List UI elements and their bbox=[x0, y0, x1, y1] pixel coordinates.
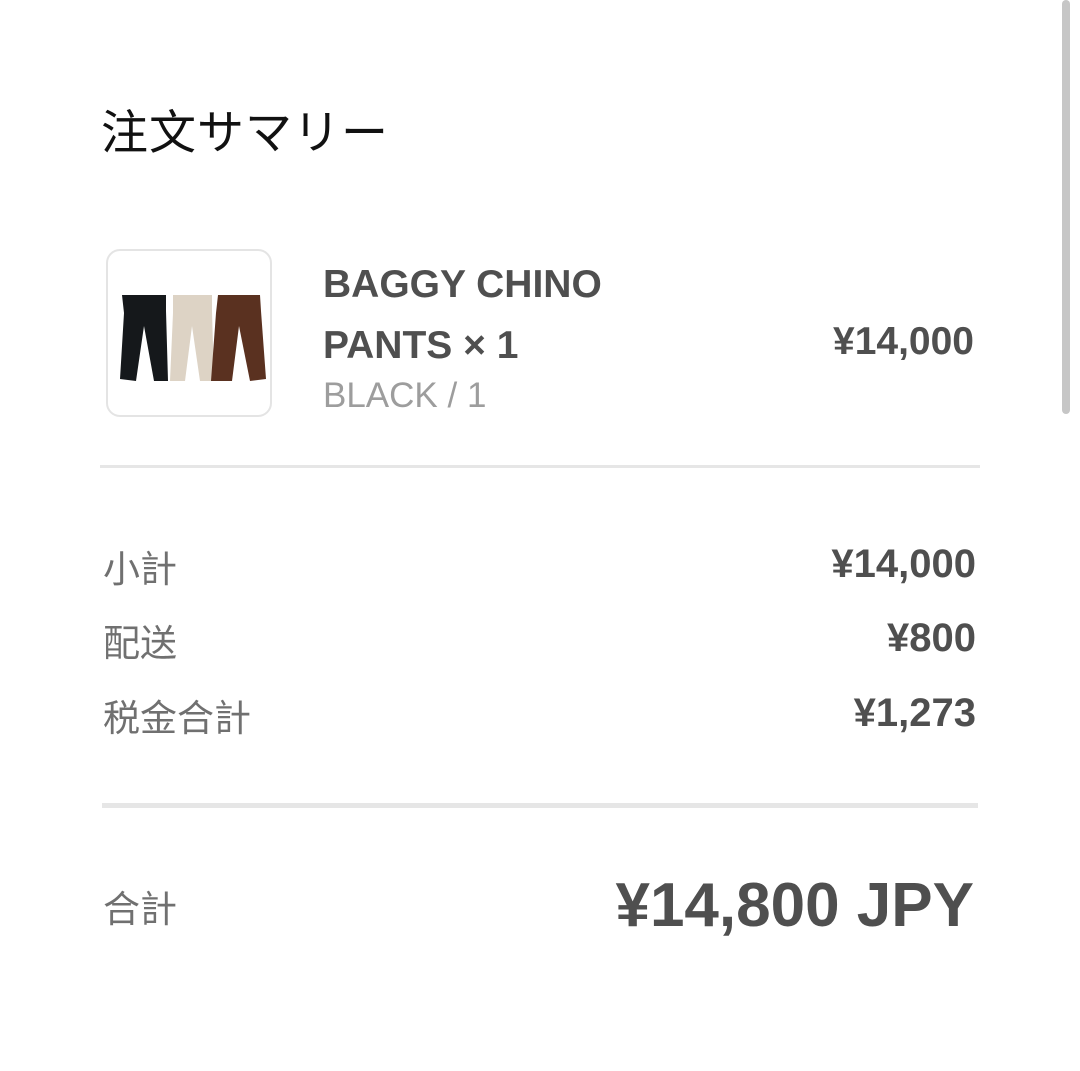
tax-total-label: 税金合計 bbox=[103, 697, 251, 740]
total-label: 合計 bbox=[103, 888, 177, 931]
total-value: ¥14,800 JPY bbox=[615, 871, 974, 940]
pants-image bbox=[120, 295, 266, 381]
shipping-label: 配送 bbox=[103, 622, 177, 665]
subtotal-value: ¥14,000 bbox=[831, 542, 976, 586]
order-summary-title: 注文サマリー bbox=[101, 106, 389, 161]
subtotal-label: 小計 bbox=[103, 548, 177, 591]
product-name: BAGGY CHINO PANTS × 1 bbox=[323, 263, 602, 367]
tax-total-value: ¥1,273 bbox=[853, 691, 976, 735]
product-thumbnail bbox=[106, 249, 272, 417]
product-variant: BLACK / 1 bbox=[323, 376, 487, 415]
scrollbar[interactable] bbox=[1062, 0, 1070, 414]
product-price: ¥14,000 bbox=[833, 320, 974, 363]
divider bbox=[102, 803, 978, 808]
divider bbox=[100, 465, 980, 468]
shipping-value: ¥800 bbox=[887, 616, 976, 660]
